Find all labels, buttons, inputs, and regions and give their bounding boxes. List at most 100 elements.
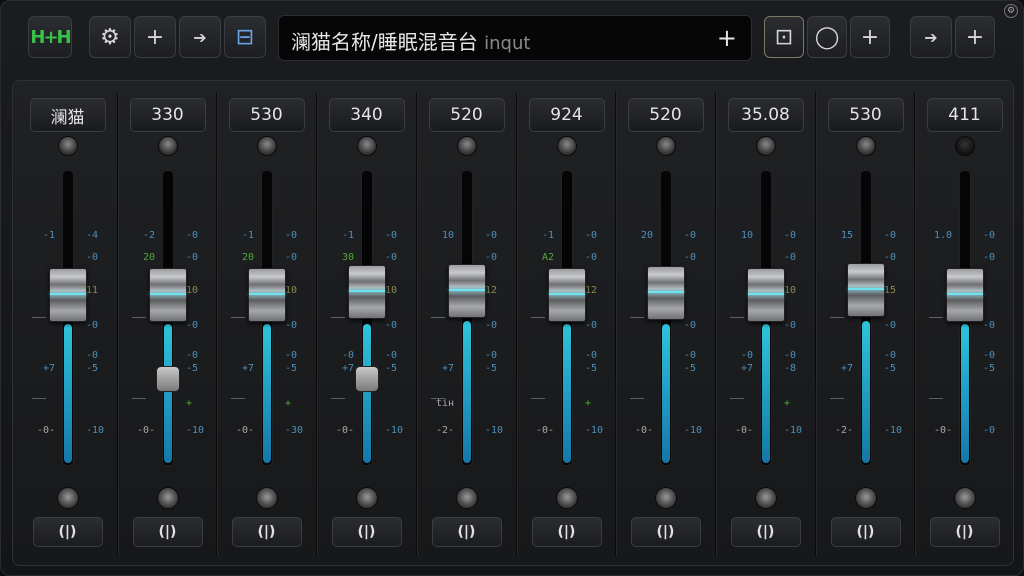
send-button[interactable]: ➔ <box>910 16 952 58</box>
channel-name-field[interactable]: 520 <box>428 98 505 132</box>
gain-knob[interactable] <box>555 487 578 509</box>
fader-scale-label: -0 <box>285 320 297 331</box>
loop-button[interactable]: ◯ <box>807 16 847 58</box>
scale-value: 10 <box>441 230 454 241</box>
scale-value: -10 <box>385 425 404 436</box>
fader-scale-label: -0 <box>186 350 198 361</box>
channel-name-field[interactable]: 530 <box>827 98 904 132</box>
channel-select-knob[interactable] <box>456 136 477 156</box>
fader-scale-label: 10 <box>186 285 198 296</box>
fader-cap[interactable] <box>746 268 785 322</box>
gain-knob[interactable] <box>754 487 777 509</box>
channel-select-knob[interactable] <box>755 136 776 156</box>
scale-value: 30 <box>341 252 354 263</box>
scale-value: + <box>585 398 592 409</box>
meter-button[interactable]: H+H <box>28 16 72 58</box>
split-button[interactable]: + <box>955 16 995 58</box>
channel-select-knob[interactable] <box>556 136 577 156</box>
channel-name-field[interactable]: 330 <box>129 98 206 132</box>
fader-cap[interactable] <box>646 266 685 320</box>
gain-knob[interactable] <box>56 487 79 509</box>
fader-indicator-line <box>847 288 884 290</box>
scale-value: -5 <box>884 363 897 374</box>
add-track-button[interactable]: + <box>850 16 890 58</box>
fader-scale-label: -0 <box>86 350 98 361</box>
gain-knob[interactable] <box>953 487 976 509</box>
fader-scale-label: -0 <box>385 252 397 263</box>
pan-button[interactable]: (|) <box>32 517 103 547</box>
pan-button[interactable]: (|) <box>531 517 602 547</box>
fader-cap[interactable] <box>247 268 286 322</box>
pan-button[interactable]: (|) <box>431 517 502 547</box>
fader-cap[interactable] <box>48 268 87 322</box>
channel-name-field[interactable]: 924 <box>528 98 605 132</box>
scale-value: -2 <box>142 230 155 241</box>
fader-scale-label: -0 <box>784 350 796 361</box>
fader-scale-label: -0- <box>934 425 952 436</box>
title-text: 澜猫名称/睡眠混音台 <box>291 30 478 54</box>
gain-knob[interactable] <box>854 487 877 509</box>
fader-scale-label: + <box>784 398 790 409</box>
fader-cap[interactable] <box>148 268 187 322</box>
window-settings-icon[interactable]: ⚙ <box>1004 4 1018 18</box>
channel-select-knob[interactable] <box>954 136 975 156</box>
fader-scale-label: -0 <box>983 230 995 241</box>
gain-knob[interactable] <box>156 487 179 509</box>
fader-scale-label: -0 <box>784 230 796 241</box>
channel-name-field[interactable]: 530 <box>228 98 305 132</box>
channel-select-knob[interactable] <box>256 136 277 156</box>
link-button[interactable]: ⊟ <box>224 16 266 58</box>
gain-knob[interactable] <box>455 487 478 509</box>
level-meter-fill <box>462 321 471 463</box>
channel-name-field[interactable]: 澜猫 <box>29 98 106 132</box>
mixer-title-field[interactable]: 澜猫名称/睡眠混音台 inqut + <box>278 15 752 61</box>
channel-separator <box>815 92 816 556</box>
fader-cap[interactable] <box>945 268 984 322</box>
channel-strip: 411 1.0 -0- -0 -0 -0 -0 -5 -0 (|) <box>915 80 1014 564</box>
fader-cap[interactable] <box>447 264 486 318</box>
channel-name-field[interactable]: 340 <box>328 98 405 132</box>
pan-button[interactable]: (|) <box>730 517 801 547</box>
pan-button[interactable]: (|) <box>132 517 203 547</box>
fader-track[interactable] <box>460 170 473 466</box>
channel-select-knob[interactable] <box>855 136 876 156</box>
level-meter-fill <box>661 324 670 463</box>
trim-handle[interactable] <box>155 366 180 392</box>
pan-button[interactable]: (|) <box>630 517 701 547</box>
title-add-icon[interactable]: + <box>717 24 737 52</box>
channel-name-field[interactable]: 520 <box>627 98 704 132</box>
gain-knob[interactable] <box>654 487 677 509</box>
fader-scale-label: -30 <box>285 425 303 436</box>
forward-button[interactable]: ➔ <box>179 16 221 58</box>
pan-button[interactable]: (|) <box>929 517 1000 547</box>
channel-select-knob[interactable] <box>57 136 78 156</box>
gain-knob[interactable] <box>355 487 378 509</box>
fader-cap[interactable] <box>347 265 386 319</box>
monitor-button[interactable]: ⊡ <box>764 16 804 58</box>
pan-button[interactable]: (|) <box>331 517 402 547</box>
fader-scale-label: -0 <box>983 350 995 361</box>
channel-select-knob[interactable] <box>157 136 178 156</box>
channel-select-knob[interactable] <box>655 136 676 156</box>
arrow-right-icon: ➔ <box>924 27 938 47</box>
pan-button[interactable]: (|) <box>830 517 901 547</box>
pan-icon: (|) <box>656 524 675 540</box>
channel-name-field[interactable]: 35.08 <box>727 98 804 132</box>
scale-tick <box>231 317 245 318</box>
add-button[interactable]: + <box>134 16 176 58</box>
fader-indicator-line <box>248 293 285 295</box>
fader-cap[interactable] <box>547 268 586 322</box>
gain-knob[interactable] <box>255 487 278 509</box>
channel-name-field[interactable]: 411 <box>926 98 1003 132</box>
scale-value: 10 <box>385 285 398 296</box>
trim-handle[interactable] <box>354 366 379 392</box>
level-meter-fill <box>262 324 271 463</box>
fader-track[interactable] <box>859 170 872 466</box>
scale-value: -5 <box>684 363 697 374</box>
fader-cap[interactable] <box>846 263 885 317</box>
scale-value: -0 <box>186 252 199 263</box>
pan-button[interactable]: (|) <box>231 517 302 547</box>
channel-select-knob[interactable] <box>356 136 377 156</box>
scale-value: -0- <box>634 425 653 436</box>
settings-button[interactable]: ⚙ <box>89 16 131 58</box>
